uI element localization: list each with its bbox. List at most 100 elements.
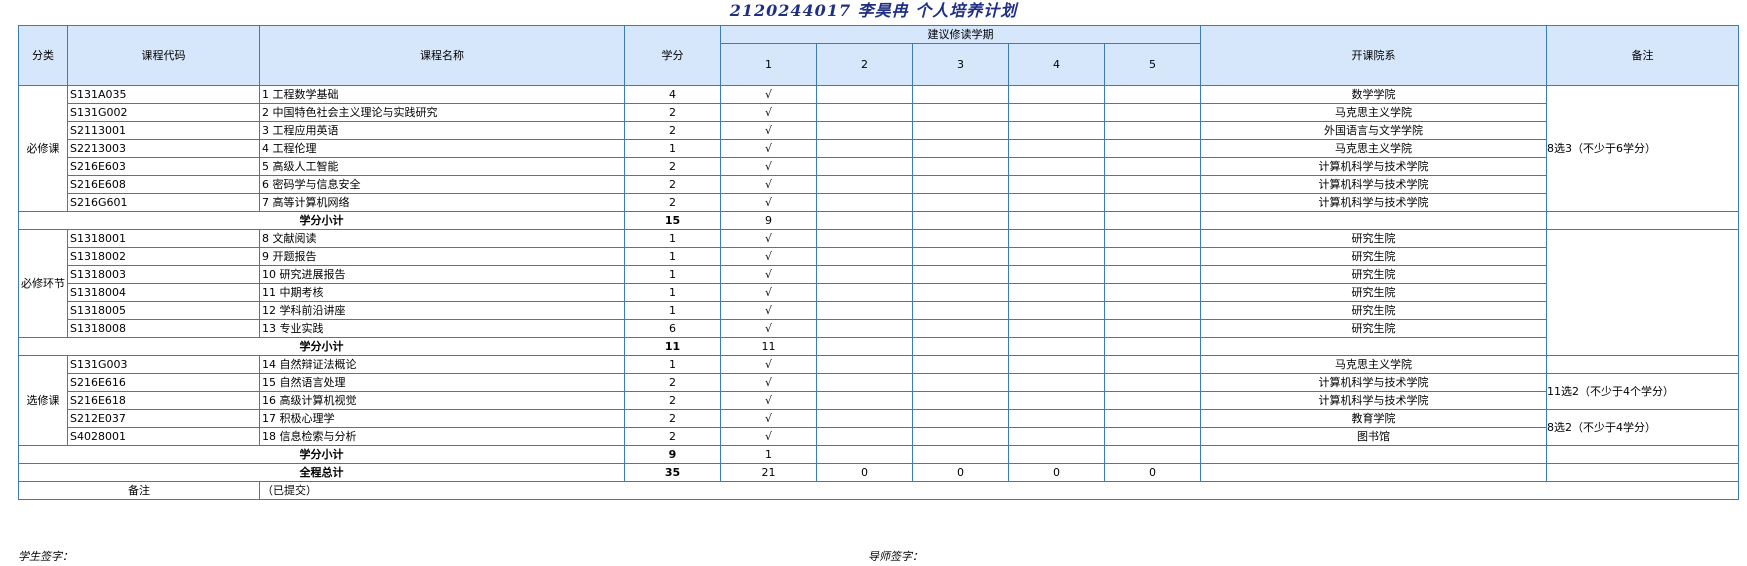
semester-3-cell — [912, 229, 1009, 248]
course-college: 马克思主义学院 — [1200, 103, 1547, 122]
table-row: S131G002 2 中国特色社会主义理论与实践研究 2 √ 马克思主义学院 — [19, 103, 1739, 122]
table-row: S2113001 3 工程应用英语 2 √ 外国语言与文学学院 — [19, 121, 1739, 140]
table-row: S1318008 13 专业实践 6 √ 研究生院 — [19, 319, 1739, 338]
semester-5-cell — [1104, 373, 1201, 392]
course-name: 10 研究进展报告 — [259, 265, 625, 284]
semester-5-cell — [1104, 229, 1201, 248]
semester-2-cell — [816, 355, 913, 374]
course-college: 图书馆 — [1200, 427, 1547, 446]
course-credit: 2 — [624, 175, 721, 194]
remark-cell — [1546, 355, 1739, 374]
semester-3-cell — [912, 247, 1009, 266]
grand-total-semester-1: 21 — [720, 463, 817, 482]
subtotal-semester-2 — [816, 445, 913, 464]
table-row: S1318005 12 学科前沿讲座 1 √ 研究生院 — [19, 301, 1739, 320]
semester-5-cell — [1104, 175, 1201, 194]
semester-3-cell — [912, 391, 1009, 410]
advisor-signature-label: 导师签字： — [868, 550, 923, 563]
course-code: S216E608 — [67, 175, 260, 194]
course-college: 计算机科学与技术学院 — [1200, 391, 1547, 410]
semester-1-check: √ — [720, 103, 817, 122]
semester-3-cell — [912, 157, 1009, 176]
header-code: 课程代码 — [67, 25, 260, 86]
course-credit: 1 — [624, 265, 721, 284]
course-college: 研究生院 — [1200, 229, 1547, 248]
subtotal-semester-3 — [912, 211, 1009, 230]
remark-cell: 8选3（不少于6学分） — [1546, 85, 1739, 212]
course-college: 计算机科学与技术学院 — [1200, 373, 1547, 392]
semester-3-cell — [912, 409, 1009, 428]
course-code: S1318001 — [67, 229, 260, 248]
course-code: S1318002 — [67, 247, 260, 266]
semester-4-cell — [1008, 121, 1105, 140]
course-credit: 1 — [624, 229, 721, 248]
semester-1-check: √ — [720, 247, 817, 266]
semester-5-cell — [1104, 427, 1201, 446]
semester-4-cell — [1008, 355, 1105, 374]
header-semester-3: 3 — [912, 43, 1009, 86]
course-name: 16 高级计算机视觉 — [259, 391, 625, 410]
subtotal-semester-2 — [816, 337, 913, 356]
course-name: 2 中国特色社会主义理论与实践研究 — [259, 103, 625, 122]
header-credit: 学分 — [624, 25, 721, 86]
course-college: 计算机科学与技术学院 — [1200, 193, 1547, 212]
course-college: 计算机科学与技术学院 — [1200, 175, 1547, 194]
course-college: 数学学院 — [1200, 85, 1547, 104]
course-credit: 4 — [624, 85, 721, 104]
subtotal-semester-3 — [912, 445, 1009, 464]
table-row: S216E616 15 自然语言处理 2 √ 计算机科学与技术学院 11选2（不少于4个学… — [19, 373, 1739, 410]
semester-1-check: √ — [720, 427, 817, 446]
semester-4-cell — [1008, 391, 1105, 410]
table-row: S216E618 16 高级计算机视觉 2 √ 计算机科学与技术学院 — [19, 391, 1739, 410]
course-code: S2113001 — [67, 121, 260, 140]
course-credit: 1 — [624, 139, 721, 158]
subtotal-college — [1200, 211, 1547, 230]
semester-3-cell — [912, 373, 1009, 392]
course-credit: 1 — [624, 301, 721, 320]
semester-2-cell — [816, 193, 913, 212]
header-semester-5: 5 — [1104, 43, 1201, 86]
training-plan-table: 分类 课程代码 课程名称 学分 建议修读学期 开课院系 备注 1 2 3 4 5… — [18, 25, 1739, 500]
subtotal-credit: 15 — [624, 211, 721, 230]
subtotal-row: 学分小计 11 11 — [18, 337, 1739, 356]
subtotal-semester-5 — [1104, 337, 1201, 356]
semester-5-cell — [1104, 139, 1201, 158]
semester-1-check: √ — [720, 319, 817, 338]
course-college: 马克思主义学院 — [1200, 355, 1547, 374]
semester-2-cell — [816, 103, 913, 122]
subtotal-college — [1200, 337, 1547, 356]
semester-1-check: √ — [720, 157, 817, 176]
semester-5-cell — [1104, 409, 1201, 428]
semester-4-cell — [1008, 409, 1105, 428]
semester-4-cell — [1008, 157, 1105, 176]
semester-2-cell — [816, 139, 913, 158]
header-row: 分类 课程代码 课程名称 学分 建议修读学期 开课院系 备注 — [18, 25, 1739, 86]
semester-4-cell — [1008, 139, 1105, 158]
course-name: 12 学科前沿讲座 — [259, 301, 625, 320]
semester-1-check: √ — [720, 409, 817, 428]
course-name: 4 工程伦理 — [259, 139, 625, 158]
semester-4-cell — [1008, 427, 1105, 446]
grand-total-college — [1200, 463, 1547, 482]
subtotal-semester-2 — [816, 211, 913, 230]
semester-5-cell — [1104, 193, 1201, 212]
semester-1-check: √ — [720, 139, 817, 158]
semester-1-check: √ — [720, 85, 817, 104]
category-cell: 必修课 — [18, 85, 68, 212]
semester-2-cell — [816, 373, 913, 392]
semester-4-cell — [1008, 373, 1105, 392]
semester-2-cell — [816, 157, 913, 176]
header-college: 开课院系 — [1200, 25, 1547, 86]
subtotal-credit: 11 — [624, 337, 721, 356]
course-code: S212E037 — [67, 409, 260, 428]
semester-3-cell — [912, 265, 1009, 284]
subtotal-semester-1: 11 — [720, 337, 817, 356]
course-name: 18 信息检索与分析 — [259, 427, 625, 446]
course-credit: 2 — [624, 427, 721, 446]
course-college: 研究生院 — [1200, 319, 1547, 338]
semester-1-check: √ — [720, 175, 817, 194]
subtotal-semester-4 — [1008, 445, 1105, 464]
header-name: 课程名称 — [259, 25, 625, 86]
course-college: 研究生院 — [1200, 283, 1547, 302]
semester-4-cell — [1008, 301, 1105, 320]
